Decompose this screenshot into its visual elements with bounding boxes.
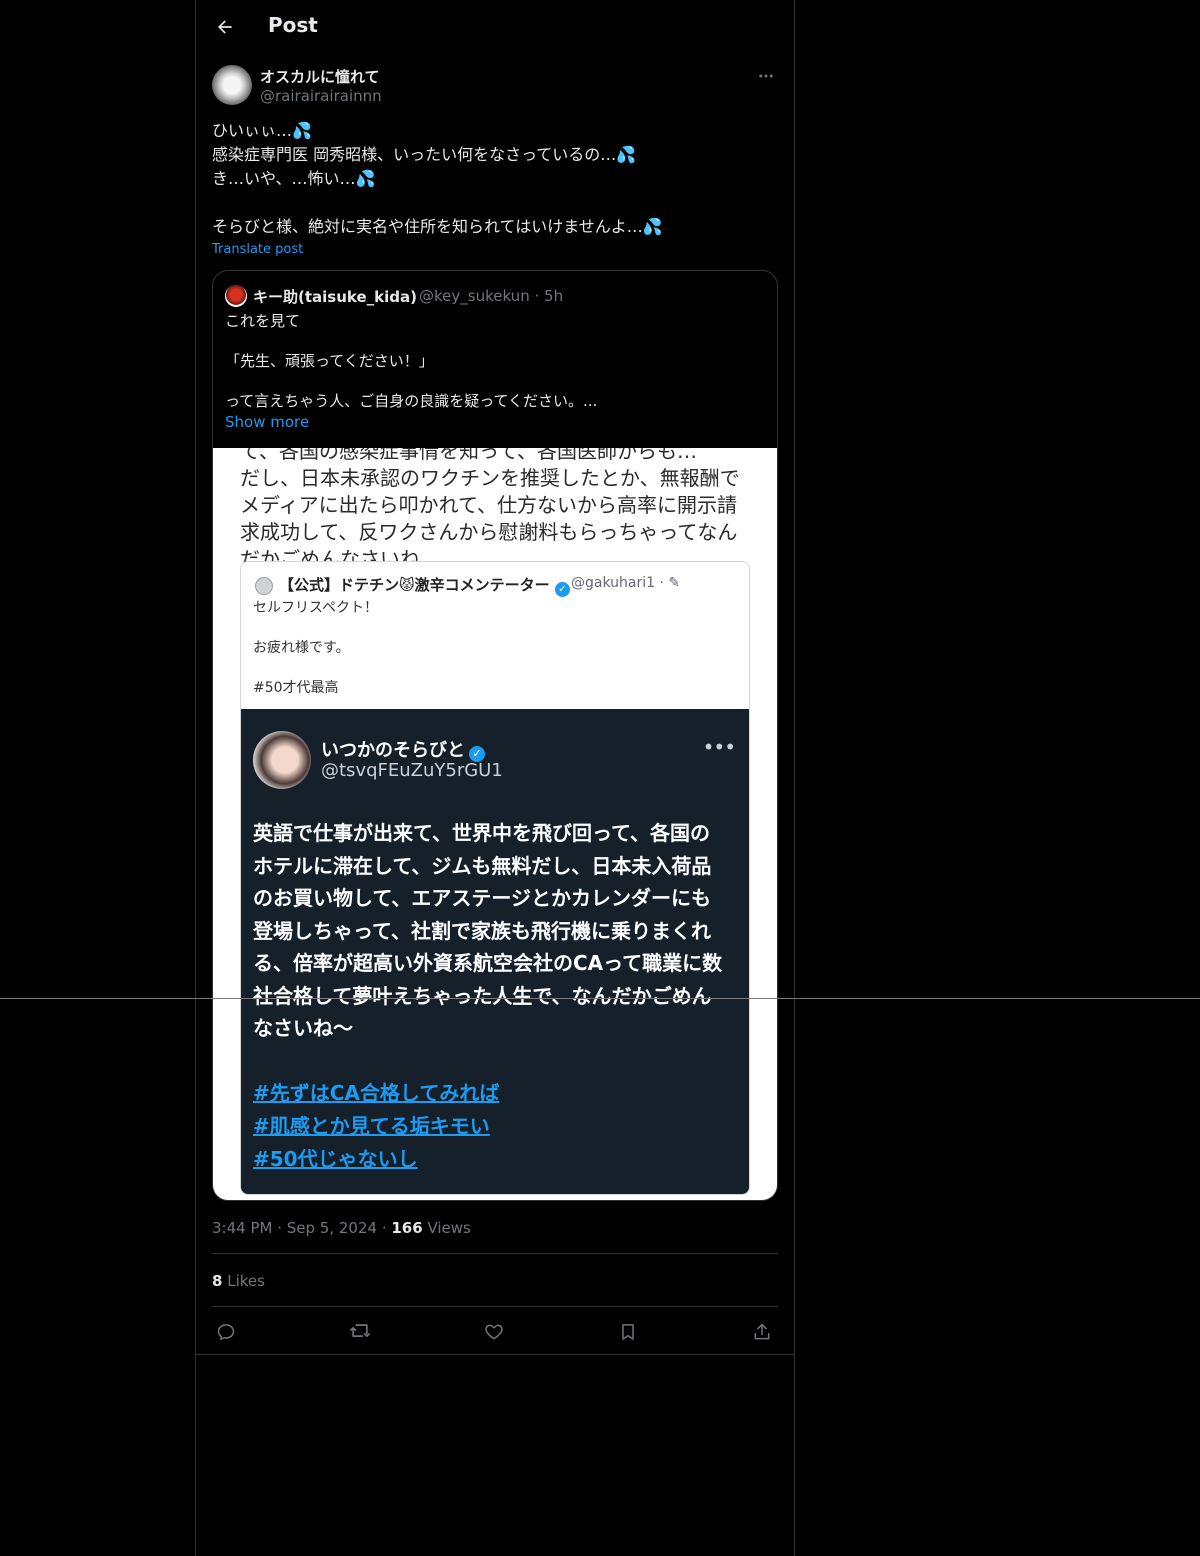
translate-post-link[interactable]: Translate post xyxy=(212,242,303,257)
embedded-post-handle: @tsvqFEuZuY5rGU1 xyxy=(321,760,503,781)
embedded-post-line: 社合格して夢叶えちゃった人生で、なんだかごめん xyxy=(253,983,712,1008)
reply-button[interactable] xyxy=(212,1318,240,1346)
quoted-post[interactable]: キー助(taisuke_kida) @key_sukekun · 5h これを見… xyxy=(212,270,778,1201)
overlay-line xyxy=(0,998,1200,999)
post-text-line: ひいぃぃ…💦 xyxy=(212,121,312,140)
bookmark-icon xyxy=(622,1324,634,1340)
hashtag: #肌感とか見てる垢キモい xyxy=(253,1114,490,1138)
embedded-post-name: いつかのそらびと ✓ xyxy=(321,736,485,762)
share-button[interactable] xyxy=(748,1318,776,1346)
quoted-text: これを見て 「先生、頑張ってください！」 って言えちゃう人、ご自身の良識を疑って… xyxy=(225,311,765,411)
embedded-post-line: る、倍率が超高い外資系航空会社のCAって職業に数 xyxy=(253,951,723,975)
embedded-post-line: 登場しちゃって、社割で家族も飛行機に乗りまくれ xyxy=(253,918,711,943)
image-text-line: だし、日本未承認のワクチンを推奨したとか、無報酬で xyxy=(240,466,740,490)
post-text-line: 感染症専門医 岡秀昭様、いったい何をなさっているの…💦 xyxy=(212,145,637,164)
more-horizontal-icon: ••• xyxy=(702,735,736,759)
embedded-post-name-text: いつかのそらびと xyxy=(321,740,465,761)
post-meta: 3:44 PM · Sep 5, 2024 · 166 Views xyxy=(212,1219,471,1237)
post-author: オスカルに憧れて @rairairairainnn xyxy=(212,64,778,108)
inner-card-handle: @gakuhari1 · ✎ xyxy=(571,575,681,591)
like-button[interactable] xyxy=(480,1318,508,1346)
quoted-avatar xyxy=(225,285,247,307)
repost-button[interactable] xyxy=(346,1318,374,1346)
quoted-text-line: 「先生、頑張ってください！」 xyxy=(225,352,434,370)
author-display-name[interactable]: オスカルに憧れて xyxy=(260,66,380,87)
inner-card-header: 【公式】ドテチン😾激辛コメンテーター ✓ @gakuhari1 · ✎ xyxy=(255,574,745,597)
quoted-meta: @key_sukekun · 5h xyxy=(419,287,563,305)
quoted-text-spacer xyxy=(225,371,765,391)
embedded-post-line: のお買い物して、エアステージとかカレンダーにも xyxy=(253,886,711,910)
divider xyxy=(196,1354,794,1355)
quoted-image[interactable]: て、各国の感染症事情を知って、各国医師からも… だし、日本未承認のワクチンを推奨… xyxy=(213,448,777,1200)
quoted-time: 5h xyxy=(544,287,564,305)
page-title: Post xyxy=(268,13,318,37)
embedded-post-body: 英語で仕事が出来て、世界中を飛び回って、各国の ホテルに滞在して、ジムも無料だし… xyxy=(253,817,743,1045)
quoted-text-line: って言えちゃう人、ご自身の良識を疑ってください。... xyxy=(225,392,598,410)
action-bar xyxy=(212,1316,778,1346)
quoted-post-header: キー助(taisuke_kida) @key_sukekun · 5h xyxy=(225,285,765,307)
post-text: ひいぃぃ…💦 感染症専門医 岡秀昭様、いったい何をなさっているの…💦 き…いや、… xyxy=(212,119,778,239)
embedded-post-hashtags: #先ずはCA合格してみれば #肌感とか見てる垢キモい #50代じゃないし xyxy=(253,1077,499,1176)
post-text-spacer xyxy=(212,191,778,215)
views-label: Views xyxy=(422,1219,471,1237)
post-timestamp[interactable]: 3:44 PM · Sep 5, 2024 xyxy=(212,1219,377,1237)
author-handle[interactable]: @rairairairainnn xyxy=(260,87,382,105)
hashtag: #先ずはCA合格してみれば xyxy=(253,1081,500,1105)
post-column: Post オスカルに憧れて @rairairairainnn ひいぃぃ…💦 感染… xyxy=(195,0,795,1556)
more-horizontal-icon xyxy=(759,74,773,78)
verified-badge-icon: ✓ xyxy=(554,582,570,597)
avatar[interactable] xyxy=(212,65,252,105)
image-text-line: て、各国の感染症事情を知って、各国医師からも… xyxy=(240,448,697,463)
image-text-line: メディアに出たら叩かれて、仕方ないから高率に開示請 xyxy=(240,493,737,517)
arrow-left-icon xyxy=(218,20,232,34)
likes-summary[interactable]: 8 Likes xyxy=(212,1272,265,1290)
divider xyxy=(212,1306,778,1307)
embedded-dark-post: いつかのそらびと ✓ @tsvqFEuZuY5rGU1 ••• 英語で仕事が出来て… xyxy=(241,709,749,1194)
inner-card-name-text: 【公式】ドテチン😾激辛コメンテーター xyxy=(279,576,550,594)
separator-dot: · xyxy=(381,1219,392,1237)
divider xyxy=(212,1253,778,1254)
more-button[interactable] xyxy=(754,64,778,88)
quoted-text-line: これを見て xyxy=(225,312,301,330)
top-bar: Post xyxy=(196,0,794,54)
separator-dot: · xyxy=(534,287,545,305)
quoted-display-name: キー助(taisuke_kida) xyxy=(253,288,417,306)
heart-icon xyxy=(485,1324,503,1340)
quoted-text-spacer xyxy=(225,331,765,351)
likes-count: 8 xyxy=(212,1272,223,1290)
views-count: 166 xyxy=(391,1219,423,1237)
quoted-handle: @key_sukekun xyxy=(419,287,530,305)
inner-card-text: セルフリスペクト！ お疲れ様です。 #50才代最高 xyxy=(253,598,378,698)
inner-card-avatar xyxy=(255,577,273,595)
post-text-line: そらびと様、絶対に実名や住所を知られてはいけませんよ…💦 xyxy=(212,217,663,236)
repost-icon xyxy=(350,1324,370,1337)
inner-card-text-line: お疲れ様です。 xyxy=(253,640,350,656)
embedded-post-line: なさいね〜 xyxy=(253,1016,353,1040)
embedded-post-avatar xyxy=(253,731,311,789)
bookmark-button[interactable] xyxy=(614,1318,642,1346)
reply-icon xyxy=(217,1324,235,1341)
image-inner-quote-card: 【公式】ドテチン😾激辛コメンテーター ✓ @gakuhari1 · ✎ セルフリ… xyxy=(240,561,750,1195)
back-button[interactable] xyxy=(212,14,238,40)
show-more-link[interactable]: Show more xyxy=(225,413,309,431)
embedded-post-line: ホテルに滞在して、ジムも無料だし、日本未入荷品 xyxy=(253,853,712,878)
share-icon xyxy=(754,1323,770,1340)
inner-card-text-line: セルフリスペクト！ xyxy=(253,600,379,616)
hashtag: #50代じゃないし xyxy=(253,1147,418,1171)
inner-card-text-line: #50才代最高 xyxy=(253,680,339,696)
embedded-post-line: 英語で仕事が出来て、世界中を飛び回って、各国の xyxy=(253,821,710,845)
inner-card-spacer xyxy=(253,658,378,678)
likes-label: Likes xyxy=(222,1272,265,1290)
inner-card-name: 【公式】ドテチン😾激辛コメンテーター ✓ xyxy=(279,574,570,597)
image-top-text: て、各国の感染症事情を知って、各国医師からも… だし、日本未承認のワクチンを推奨… xyxy=(240,448,745,573)
image-text-line: 求成功して、反ワクさんから慰謝料もらっちゃってなん xyxy=(240,520,738,544)
inner-card-spacer xyxy=(253,618,378,638)
post-text-line: き…いや、…怖い…💦 xyxy=(212,169,376,188)
